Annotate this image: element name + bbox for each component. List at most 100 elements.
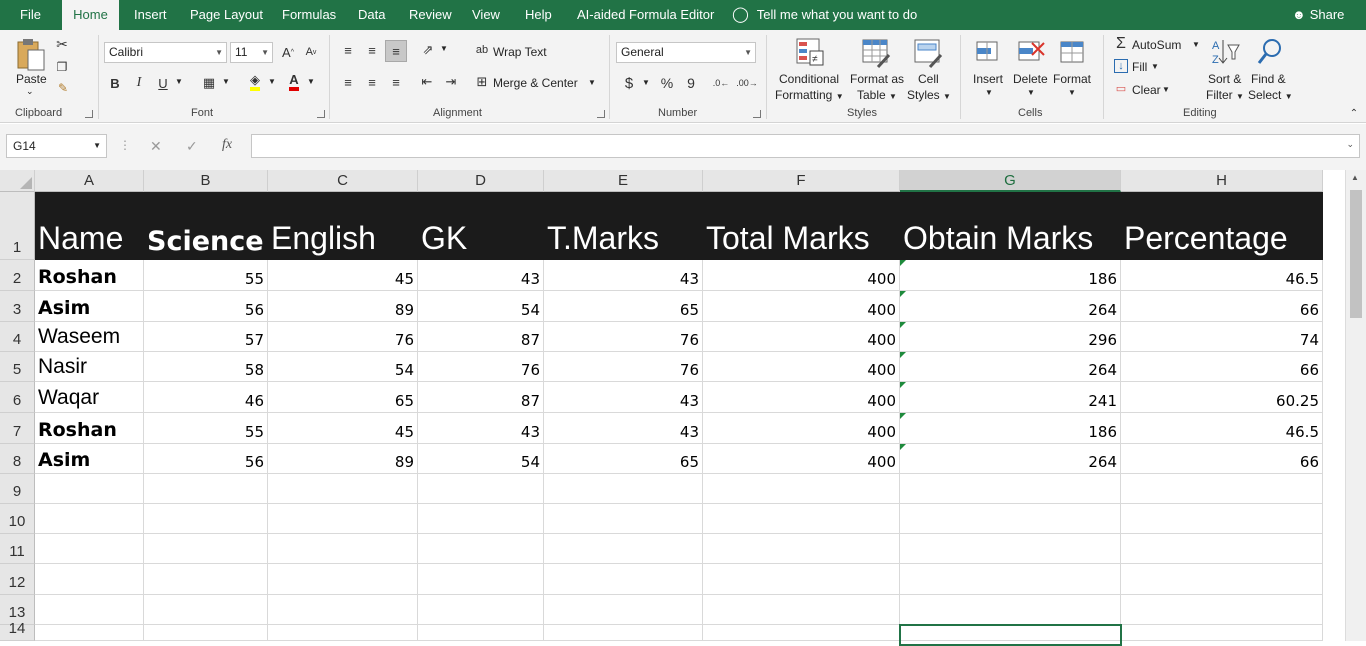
value-cell[interactable]: 241	[900, 382, 1121, 413]
value-cell[interactable]: 56	[144, 444, 268, 474]
value-cell[interactable]: 57	[144, 322, 268, 352]
value-cell[interactable]: 43	[418, 413, 544, 444]
paste-icon[interactable]	[14, 36, 48, 74]
format-button[interactable]: Format	[1053, 72, 1091, 86]
format-as-table-button-line2[interactable]: Table ▼	[857, 88, 897, 102]
empty-cell[interactable]	[418, 564, 544, 595]
find-select-button[interactable]: Find &	[1251, 72, 1286, 86]
value-cell[interactable]: 89	[268, 291, 418, 322]
value-cell[interactable]: 46.5	[1121, 260, 1323, 291]
format-painter-icon[interactable]: ✎	[56, 80, 70, 96]
active-cell-selection[interactable]	[899, 624, 1122, 646]
fill-button[interactable]: Fill	[1132, 60, 1147, 74]
tab-formulas[interactable]: Formulas	[282, 0, 336, 30]
empty-cell[interactable]	[1121, 534, 1323, 564]
decrease-font-icon[interactable]: Av	[300, 41, 322, 63]
empty-cell[interactable]	[418, 595, 544, 625]
value-cell[interactable]: 76	[544, 322, 703, 352]
delete-cells-icon[interactable]	[1015, 36, 1047, 68]
row-header-12[interactable]: 12	[0, 564, 35, 595]
chevron-down-icon[interactable]: ▼	[1162, 85, 1170, 94]
empty-cell[interactable]	[144, 595, 268, 625]
value-cell[interactable]: 54	[418, 444, 544, 474]
empty-cell[interactable]	[900, 474, 1121, 504]
column-header-g[interactable]: G	[900, 170, 1121, 192]
empty-cell[interactable]	[703, 564, 900, 595]
empty-cell[interactable]	[1121, 625, 1323, 641]
empty-cell[interactable]	[544, 534, 703, 564]
scrollbar-thumb[interactable]	[1350, 190, 1362, 318]
chevron-down-icon[interactable]: ▼	[268, 77, 276, 86]
chevron-down-icon[interactable]: ▼	[985, 88, 993, 97]
align-left-icon[interactable]: ≡	[337, 71, 359, 93]
row-header-8[interactable]: 8	[0, 444, 35, 474]
value-cell[interactable]: 45	[268, 413, 418, 444]
empty-cell[interactable]	[900, 504, 1121, 534]
value-cell[interactable]: 89	[268, 444, 418, 474]
value-cell[interactable]: 186	[900, 413, 1121, 444]
paste-dropdown-icon[interactable]: ⌄	[26, 86, 34, 97]
column-header-b[interactable]: B	[144, 170, 268, 192]
font-name-select[interactable]: Calibri ▼	[104, 42, 227, 63]
italic-button[interactable]: I	[128, 72, 150, 94]
find-select-icon[interactable]	[1255, 36, 1285, 68]
empty-cell[interactable]	[418, 625, 544, 641]
row-header-6[interactable]: 6	[0, 382, 35, 413]
formula-input[interactable]: ⌄	[251, 134, 1360, 158]
currency-button[interactable]: $	[618, 72, 640, 94]
font-size-select[interactable]: 11 ▼	[230, 42, 273, 63]
copy-icon[interactable]: ❐	[54, 59, 70, 75]
value-cell[interactable]: 400	[703, 382, 900, 413]
format-cells-icon[interactable]	[1057, 36, 1087, 68]
header-cell[interactable]: Total Marks	[703, 192, 900, 260]
value-cell[interactable]: 65	[268, 382, 418, 413]
fill-color-icon[interactable]: ◈	[244, 71, 266, 93]
increase-decimal-icon[interactable]: .0←	[710, 72, 732, 94]
insert-function-icon[interactable]: fx	[222, 137, 232, 153]
tab-review[interactable]: Review	[409, 0, 452, 30]
column-header-f[interactable]: F	[703, 170, 900, 192]
increase-font-icon[interactable]: A ^	[277, 41, 299, 63]
column-header-a[interactable]: A	[35, 170, 144, 192]
empty-cell[interactable]	[1121, 474, 1323, 504]
error-indicator-icon[interactable]	[900, 291, 906, 297]
value-cell[interactable]: 55	[144, 260, 268, 291]
cell-styles-icon[interactable]	[912, 36, 944, 70]
empty-cell[interactable]	[144, 564, 268, 595]
name-cell[interactable]: Asim	[35, 444, 144, 474]
value-cell[interactable]: 186	[900, 260, 1121, 291]
empty-cell[interactable]	[35, 504, 144, 534]
tab-view[interactable]: View	[472, 0, 500, 30]
header-cell[interactable]: Name	[35, 192, 144, 260]
name-cell[interactable]: Roshan	[35, 413, 144, 444]
value-cell[interactable]: 87	[418, 322, 544, 352]
value-cell[interactable]: 54	[418, 291, 544, 322]
empty-cell[interactable]	[703, 534, 900, 564]
value-cell[interactable]: 43	[544, 413, 703, 444]
empty-cell[interactable]	[900, 564, 1121, 595]
value-cell[interactable]: 46	[144, 382, 268, 413]
format-as-table-icon[interactable]	[860, 36, 892, 70]
tab-file[interactable]: File	[20, 0, 41, 30]
align-center-icon[interactable]: ≡	[361, 71, 383, 93]
cancel-icon[interactable]: ✕	[150, 138, 162, 155]
align-top-icon[interactable]: ≡	[337, 39, 359, 61]
column-header-e[interactable]: E	[544, 170, 703, 192]
empty-cell[interactable]	[268, 625, 418, 641]
merge-center-button[interactable]: Merge & Center	[493, 76, 578, 90]
value-cell[interactable]: 66	[1121, 291, 1323, 322]
sort-filter-button[interactable]: Sort &	[1208, 72, 1241, 86]
tab-data[interactable]: Data	[358, 0, 385, 30]
chevron-down-icon[interactable]: ▼	[307, 77, 315, 86]
align-bottom-icon[interactable]: ≡	[385, 40, 407, 62]
name-cell[interactable]: Roshan	[35, 260, 144, 291]
empty-cell[interactable]	[418, 474, 544, 504]
row-header-11[interactable]: 11	[0, 534, 35, 564]
conditional-formatting-button-line2[interactable]: Formatting ▼	[775, 88, 844, 102]
error-indicator-icon[interactable]	[900, 382, 906, 388]
cell-styles-button[interactable]: Cell	[918, 72, 939, 86]
empty-cell[interactable]	[900, 595, 1121, 625]
row-header-10[interactable]: 10	[0, 504, 35, 534]
cell-styles-button-line2[interactable]: Styles ▼	[907, 88, 951, 102]
scroll-up-icon[interactable]: ▲	[1351, 173, 1359, 182]
